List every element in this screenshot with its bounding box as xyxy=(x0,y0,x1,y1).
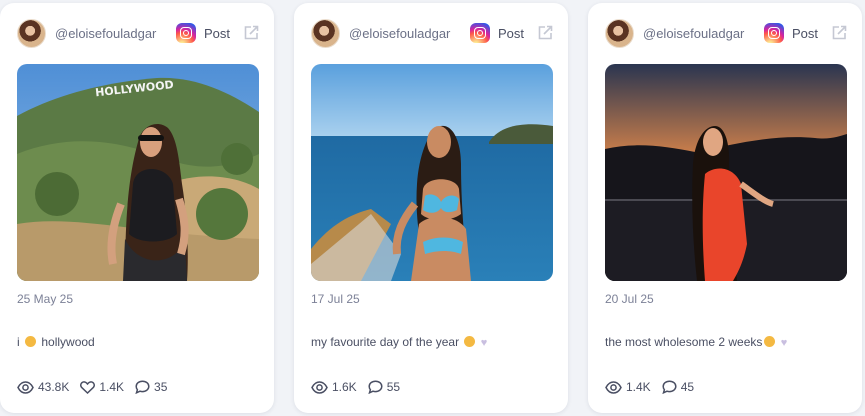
post-image[interactable] xyxy=(311,64,553,281)
heart-emoji-icon: ♥ xyxy=(780,337,788,349)
comment-icon xyxy=(662,380,677,394)
external-link-icon[interactable] xyxy=(242,24,260,42)
comments-stat: 35 xyxy=(135,380,167,394)
username[interactable]: @eloisefouladgar xyxy=(55,26,156,41)
post-image[interactable] xyxy=(605,64,847,281)
post-stats: 1.4K 45 xyxy=(605,380,705,394)
post-card[interactable]: @eloisefouladgar Post HOLLYWOOD 25 May 2… xyxy=(0,3,274,413)
username[interactable]: @eloisefouladgar xyxy=(643,26,744,41)
avatar[interactable] xyxy=(311,18,340,48)
comment-icon xyxy=(368,380,383,394)
likes-stat: 1.4K xyxy=(80,380,124,394)
post-stats: 43.8K 1.4K 35 xyxy=(17,380,178,394)
heart-emoji-icon: ♥ xyxy=(480,337,488,349)
post-card[interactable]: @eloisefouladgar Post xyxy=(294,3,568,413)
post-type-label: Post xyxy=(791,25,818,41)
avatar[interactable] xyxy=(17,18,46,48)
eye-icon xyxy=(311,380,328,394)
post-date: 20 Jul 25 xyxy=(605,292,654,306)
post-caption: my favourite day of the year ♥ xyxy=(311,335,488,349)
views-stat: 1.4K xyxy=(605,380,651,394)
views-stat: 43.8K xyxy=(17,380,69,394)
heart-icon xyxy=(80,380,96,394)
post-type-label: Post xyxy=(497,25,524,41)
external-link-icon[interactable] xyxy=(536,24,554,42)
views-stat: 1.6K xyxy=(311,380,357,394)
post-image[interactable]: HOLLYWOOD xyxy=(17,64,259,281)
emoji-icon xyxy=(464,336,476,347)
eye-icon xyxy=(17,380,34,394)
post-card[interactable]: @eloisefouladgar Post xyxy=(588,3,862,413)
card-header: @eloisefouladgar Post xyxy=(605,18,848,48)
emoji-icon xyxy=(764,336,776,347)
avatar[interactable] xyxy=(605,18,634,48)
username[interactable]: @eloisefouladgar xyxy=(349,26,450,41)
post-caption: i hollywood xyxy=(17,335,95,349)
post-date: 17 Jul 25 xyxy=(311,292,360,306)
external-link-icon[interactable] xyxy=(830,24,848,42)
post-date: 25 May 25 xyxy=(17,292,74,306)
post-stats: 1.6K 55 xyxy=(311,380,411,394)
eye-icon xyxy=(605,380,622,394)
instagram-icon xyxy=(175,23,196,43)
comments-stat: 55 xyxy=(368,380,400,394)
emoji-icon xyxy=(25,336,37,347)
instagram-icon xyxy=(469,23,490,43)
comments-stat: 45 xyxy=(662,380,694,394)
instagram-icon xyxy=(763,23,784,43)
comment-icon xyxy=(135,380,150,394)
card-header: @eloisefouladgar Post xyxy=(311,18,554,48)
post-caption: the most wholesome 2 weeks ♥ xyxy=(605,335,788,349)
card-header: @eloisefouladgar Post xyxy=(17,18,260,48)
post-type-label: Post xyxy=(203,25,230,41)
